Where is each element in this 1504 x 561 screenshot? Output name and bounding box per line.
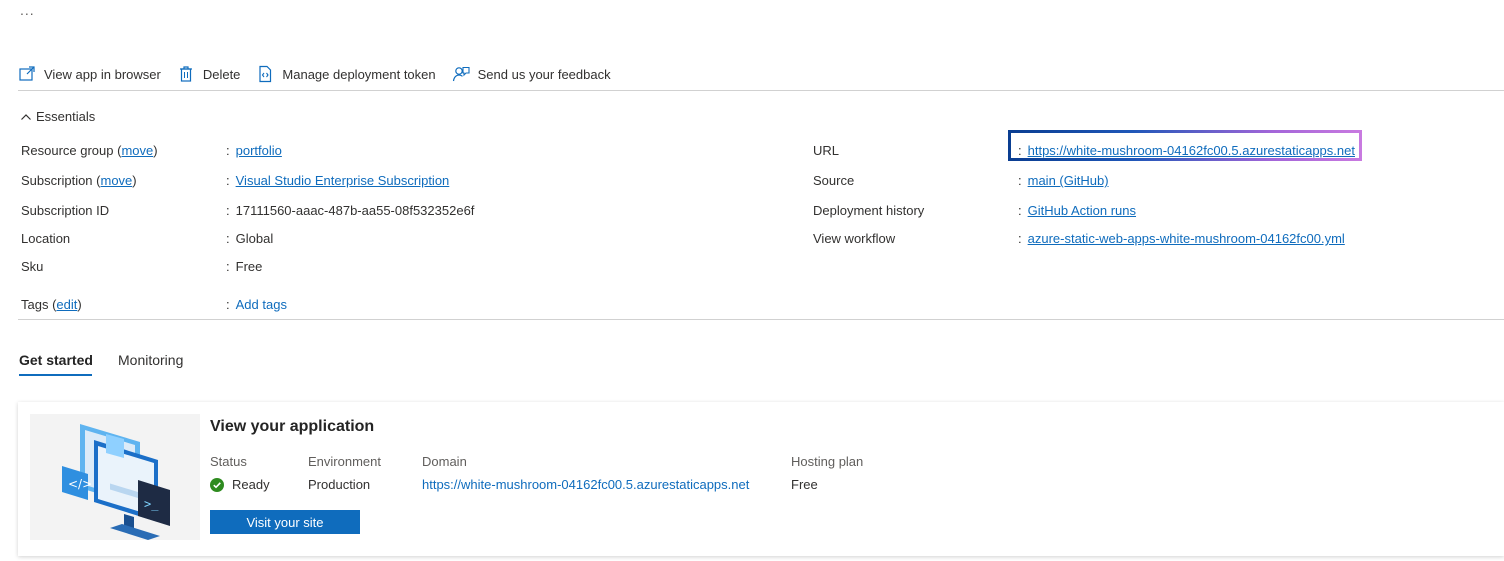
- delete-label: Delete: [202, 66, 241, 82]
- checkmark-circle-icon: [210, 477, 224, 492]
- view-workflow-link[interactable]: azure-static-web-apps-white-mushroom-041…: [1028, 231, 1345, 246]
- location-value: : Global: [226, 231, 274, 246]
- feedback-button[interactable]: Send us your feedback: [452, 65, 611, 83]
- toolbar-divider: [18, 90, 1504, 91]
- domain-link[interactable]: https://white-mushroom-04162fc00.5.azure…: [422, 477, 749, 492]
- chevron-up-icon: [21, 113, 31, 120]
- hosting-plan-value: Free: [791, 477, 818, 492]
- sku-label: Sku: [21, 259, 44, 274]
- view-workflow-value: : azure-static-web-apps-white-mushroom-04…: [1018, 231, 1345, 246]
- sku-value: : Free: [226, 259, 263, 274]
- view-app-button[interactable]: View app in browser: [18, 65, 161, 83]
- source-link[interactable]: main (GitHub): [1028, 173, 1109, 188]
- view-application-card: </> >_ View your application Status Read…: [18, 402, 1504, 556]
- add-tags-link[interactable]: Add tags: [236, 297, 287, 312]
- person-feedback-icon: [452, 65, 470, 83]
- web-app-illustration: </> >_: [30, 414, 200, 540]
- tags-edit-link[interactable]: edit: [56, 297, 77, 312]
- card-title: View your application: [210, 418, 375, 435]
- tab-monitoring[interactable]: Monitoring: [118, 352, 183, 368]
- svg-text:>_: >_: [144, 497, 159, 511]
- tab-get-started[interactable]: Get started: [19, 352, 93, 368]
- url-link[interactable]: https://white-mushroom-04162fc00.5.azure…: [1028, 143, 1355, 158]
- domain-value: https://white-mushroom-04162fc00.5.azure…: [422, 477, 749, 492]
- manage-token-button[interactable]: Manage deployment token: [256, 65, 436, 83]
- resource-group-move-link[interactable]: move: [121, 143, 153, 158]
- subscription-id-label: Subscription ID: [21, 203, 110, 218]
- command-bar: View app in browser Delete Manage deploy…: [18, 62, 627, 86]
- active-tab-indicator: [19, 374, 92, 376]
- essentials-label: Essentials: [36, 109, 96, 124]
- deployment-history-link[interactable]: GitHub Action runs: [1028, 203, 1136, 218]
- subscription-move-link[interactable]: move: [101, 173, 133, 188]
- deployment-history-value: : GitHub Action runs: [1018, 203, 1137, 218]
- hosting-plan-header: Hosting plan: [791, 454, 864, 469]
- status-value: Ready: [210, 477, 270, 495]
- environment-value: Production: [308, 477, 371, 492]
- manage-token-label: Manage deployment token: [282, 66, 436, 82]
- document-code-icon: [256, 65, 274, 83]
- trash-icon: [177, 65, 195, 83]
- visit-site-button[interactable]: Visit your site: [210, 510, 360, 534]
- location-label: Location: [21, 231, 71, 246]
- url-label: URL: [813, 143, 840, 158]
- resource-group-value: : portfolio: [226, 143, 282, 158]
- computer-illustration-icon: </> >_: [62, 424, 170, 540]
- deployment-history-label: Deployment history: [813, 203, 925, 218]
- feedback-label: Send us your feedback: [477, 66, 611, 82]
- source-label: Source: [813, 173, 855, 188]
- svg-text:</>: </>: [68, 477, 92, 491]
- view-app-label: View app in browser: [44, 66, 161, 82]
- subscription-link[interactable]: Visual Studio Enterprise Subscription: [236, 173, 450, 188]
- view-workflow-label: View workflow: [813, 231, 896, 246]
- tags-label: Tags (edit): [21, 297, 82, 312]
- subscription-id-value: :17111560-aaac-487b-aa55-08f532352e6f: [226, 203, 475, 218]
- url-value: : https://white-mushroom-04162fc00.5.azur…: [1018, 143, 1355, 158]
- delete-button[interactable]: Delete: [177, 65, 241, 83]
- domain-header: Domain: [422, 454, 467, 469]
- tags-value: : Add tags: [226, 297, 287, 312]
- more-options[interactable]: ...: [20, 2, 35, 18]
- subscription-value: : Visual Studio Enterprise Subscription: [226, 173, 450, 188]
- environment-header: Environment: [308, 454, 381, 469]
- resource-group-link[interactable]: portfolio: [236, 143, 282, 158]
- status-header: Status: [210, 454, 247, 469]
- open-external-icon: [18, 65, 36, 83]
- resource-group-label: Resource group (move): [21, 143, 158, 158]
- source-value: : main (GitHub): [1018, 173, 1109, 188]
- essentials-toggle[interactable]: Essentials: [20, 109, 95, 124]
- subscription-label: Subscription (move): [21, 173, 137, 188]
- essentials-divider: [18, 319, 1504, 320]
